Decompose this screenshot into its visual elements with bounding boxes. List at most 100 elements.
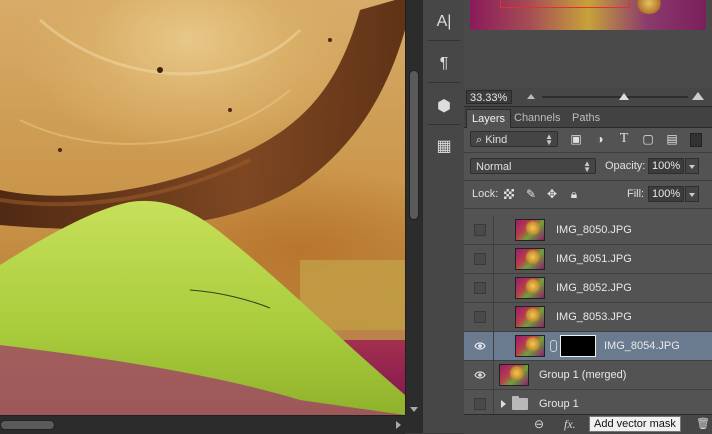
tab-layers[interactable]: Layers: [466, 109, 512, 128]
lock-position-move-icon[interactable]: ✥: [544, 186, 560, 202]
filter-kind-dropdown[interactable]: ⌕ Kind ▲ ▼: [470, 131, 558, 147]
divider: [493, 216, 494, 244]
layer-row-selected[interactable]: IMG_8054.JPG: [464, 332, 712, 361]
tab-paths[interactable]: Paths: [567, 109, 605, 127]
divider: [493, 332, 494, 360]
character-panel-icon[interactable]: A|: [429, 8, 459, 36]
opacity-slider-button[interactable]: [685, 158, 699, 174]
layer-name[interactable]: IMG_8054.JPG: [604, 332, 680, 360]
navigator-preview-image: [635, 0, 663, 14]
eye-icon[interactable]: [474, 369, 486, 381]
zoom-level-field[interactable]: 33.33%: [466, 90, 512, 104]
pixel-filter-icon[interactable]: ▣: [568, 131, 584, 147]
updown-caret-icon: ▲ ▼: [583, 159, 591, 174]
right-panel-dock: 33.33% Layers Channels Paths ⌕ Kind ▲ ▼ ▣…: [464, 0, 712, 434]
navigator-view-box[interactable]: [500, 0, 630, 8]
divider: [428, 82, 460, 83]
smart-object-filter-icon[interactable]: ▤: [664, 131, 680, 147]
layer-thumbnail[interactable]: [515, 277, 545, 299]
lock-all-icon[interactable]: 🔒︎: [566, 186, 582, 202]
visibility-toggle-off[interactable]: [474, 282, 486, 294]
navigator-zoom-bar: 33.33%: [464, 88, 712, 107]
visibility-toggle-off[interactable]: [474, 311, 486, 323]
horizontal-scrollbar[interactable]: [0, 415, 405, 434]
fill-field[interactable]: 100%: [648, 186, 684, 202]
layer-row[interactable]: IMG_8052.JPG: [464, 274, 712, 303]
divider: [464, 208, 712, 209]
layer-filter-row: ⌕ Kind ▲ ▼ ▣ ◑ T ▢ ▤: [464, 130, 712, 150]
folder-icon: [512, 396, 528, 410]
tooltip: Add vector mask: [589, 416, 681, 432]
search-icon: ⌕: [476, 134, 486, 146]
panel-icon-strip: A| ¶ ⬢ ▦: [422, 0, 466, 433]
divider: [428, 124, 460, 125]
canvas-image: [0, 0, 405, 415]
layer-thumbnail[interactable]: [515, 248, 545, 270]
layer-thumbnail[interactable]: [515, 306, 545, 328]
layer-thumbnail[interactable]: [515, 219, 545, 241]
divider: [464, 180, 712, 181]
vertical-scrollbar[interactable]: [405, 0, 422, 415]
fill-slider-button[interactable]: [685, 186, 699, 202]
paragraph-panel-icon[interactable]: ¶: [429, 50, 459, 78]
3d-panel-icon[interactable]: ⬢: [429, 92, 459, 120]
mask-link-icon[interactable]: [550, 340, 557, 352]
document-canvas[interactable]: [0, 0, 405, 415]
opacity-field[interactable]: 100%: [648, 158, 684, 174]
layer-row[interactable]: Group 1 (merged): [464, 361, 712, 390]
horizontal-scroll-thumb[interactable]: [0, 420, 55, 430]
filter-kind-label: Kind: [485, 134, 508, 146]
lock-pixels-brush-icon[interactable]: ✎: [523, 186, 539, 202]
updown-caret-icon: ▲ ▼: [545, 132, 553, 147]
navigator-preview[interactable]: [470, 0, 706, 30]
trash-icon[interactable]: 🗑: [696, 417, 710, 431]
divider: [493, 274, 494, 302]
visibility-toggle-off[interactable]: [474, 398, 486, 410]
lock-row: Lock: ✎ ✥ 🔒︎ Fill: 100%: [464, 185, 712, 205]
vertical-scroll-thumb[interactable]: [409, 70, 419, 220]
divider: [493, 361, 494, 389]
visibility-toggle-off[interactable]: [474, 253, 486, 265]
layer-thumbnail[interactable]: [499, 364, 529, 386]
divider: [493, 303, 494, 331]
type-filter-icon[interactable]: T: [616, 131, 632, 147]
shape-filter-icon[interactable]: ▢: [640, 131, 656, 147]
divider: [493, 245, 494, 273]
layer-name[interactable]: IMG_8050.JPG: [556, 216, 632, 244]
scroll-right-arrow-icon[interactable]: [396, 421, 401, 429]
layer-name[interactable]: IMG_8051.JPG: [556, 245, 632, 273]
adjustment-filter-icon[interactable]: ◑: [592, 131, 608, 147]
zoom-out-icon[interactable]: [527, 94, 535, 99]
visibility-toggle-off[interactable]: [474, 224, 486, 236]
fill-label: Fill:: [627, 188, 645, 200]
layers-list: IMG_8050.JPG IMG_8051.JPG IMG_8052.JPG I…: [464, 214, 712, 419]
scroll-down-arrow-icon[interactable]: [410, 407, 418, 412]
layer-name[interactable]: IMG_8053.JPG: [556, 303, 632, 331]
scrollbar-corner: [405, 415, 422, 433]
layer-row[interactable]: IMG_8051.JPG: [464, 245, 712, 274]
lock-transparent-icon[interactable]: [504, 189, 514, 199]
fx-button[interactable]: fx.: [564, 417, 576, 431]
layer-row[interactable]: IMG_8053.JPG: [464, 303, 712, 332]
properties-panel-icon[interactable]: ▦: [429, 132, 459, 160]
divider: [464, 152, 712, 153]
filter-toggle-icon[interactable]: [690, 133, 702, 147]
layers-panel-tabs: Layers Channels Paths: [464, 107, 712, 128]
layer-mask-thumbnail[interactable]: [560, 335, 596, 357]
layer-row[interactable]: IMG_8050.JPG: [464, 216, 712, 245]
expand-arrow-icon[interactable]: [501, 400, 506, 408]
zoom-in-icon[interactable]: [692, 92, 704, 100]
divider: [428, 40, 460, 41]
blend-mode-dropdown[interactable]: Normal ▲ ▼: [470, 158, 596, 174]
tab-channels[interactable]: Channels: [509, 109, 565, 127]
zoom-slider-track[interactable]: [542, 96, 688, 98]
eye-icon[interactable]: [474, 340, 486, 352]
layer-name[interactable]: IMG_8052.JPG: [556, 274, 632, 302]
layer-thumbnail[interactable]: [515, 335, 545, 357]
link-layers-icon[interactable]: ⊖: [534, 417, 544, 431]
layer-name[interactable]: Group 1 (merged): [539, 361, 626, 389]
opacity-label: Opacity:: [605, 160, 646, 172]
blend-mode-value: Normal: [476, 161, 512, 173]
zoom-slider-handle[interactable]: [618, 93, 629, 100]
lock-label: Lock:: [472, 188, 499, 200]
